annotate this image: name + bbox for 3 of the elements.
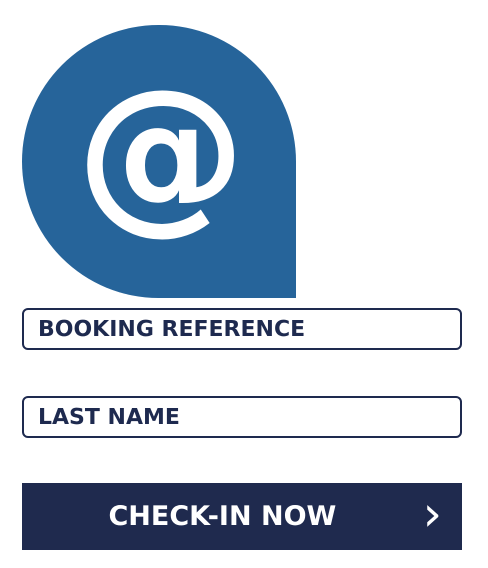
input-field[interactable]: LAST NAME (22, 396, 462, 438)
check-in-button[interactable]: CHECK-IN NOW › (22, 483, 462, 550)
input-field[interactable]: BOOKING REFERENCE (22, 308, 462, 350)
